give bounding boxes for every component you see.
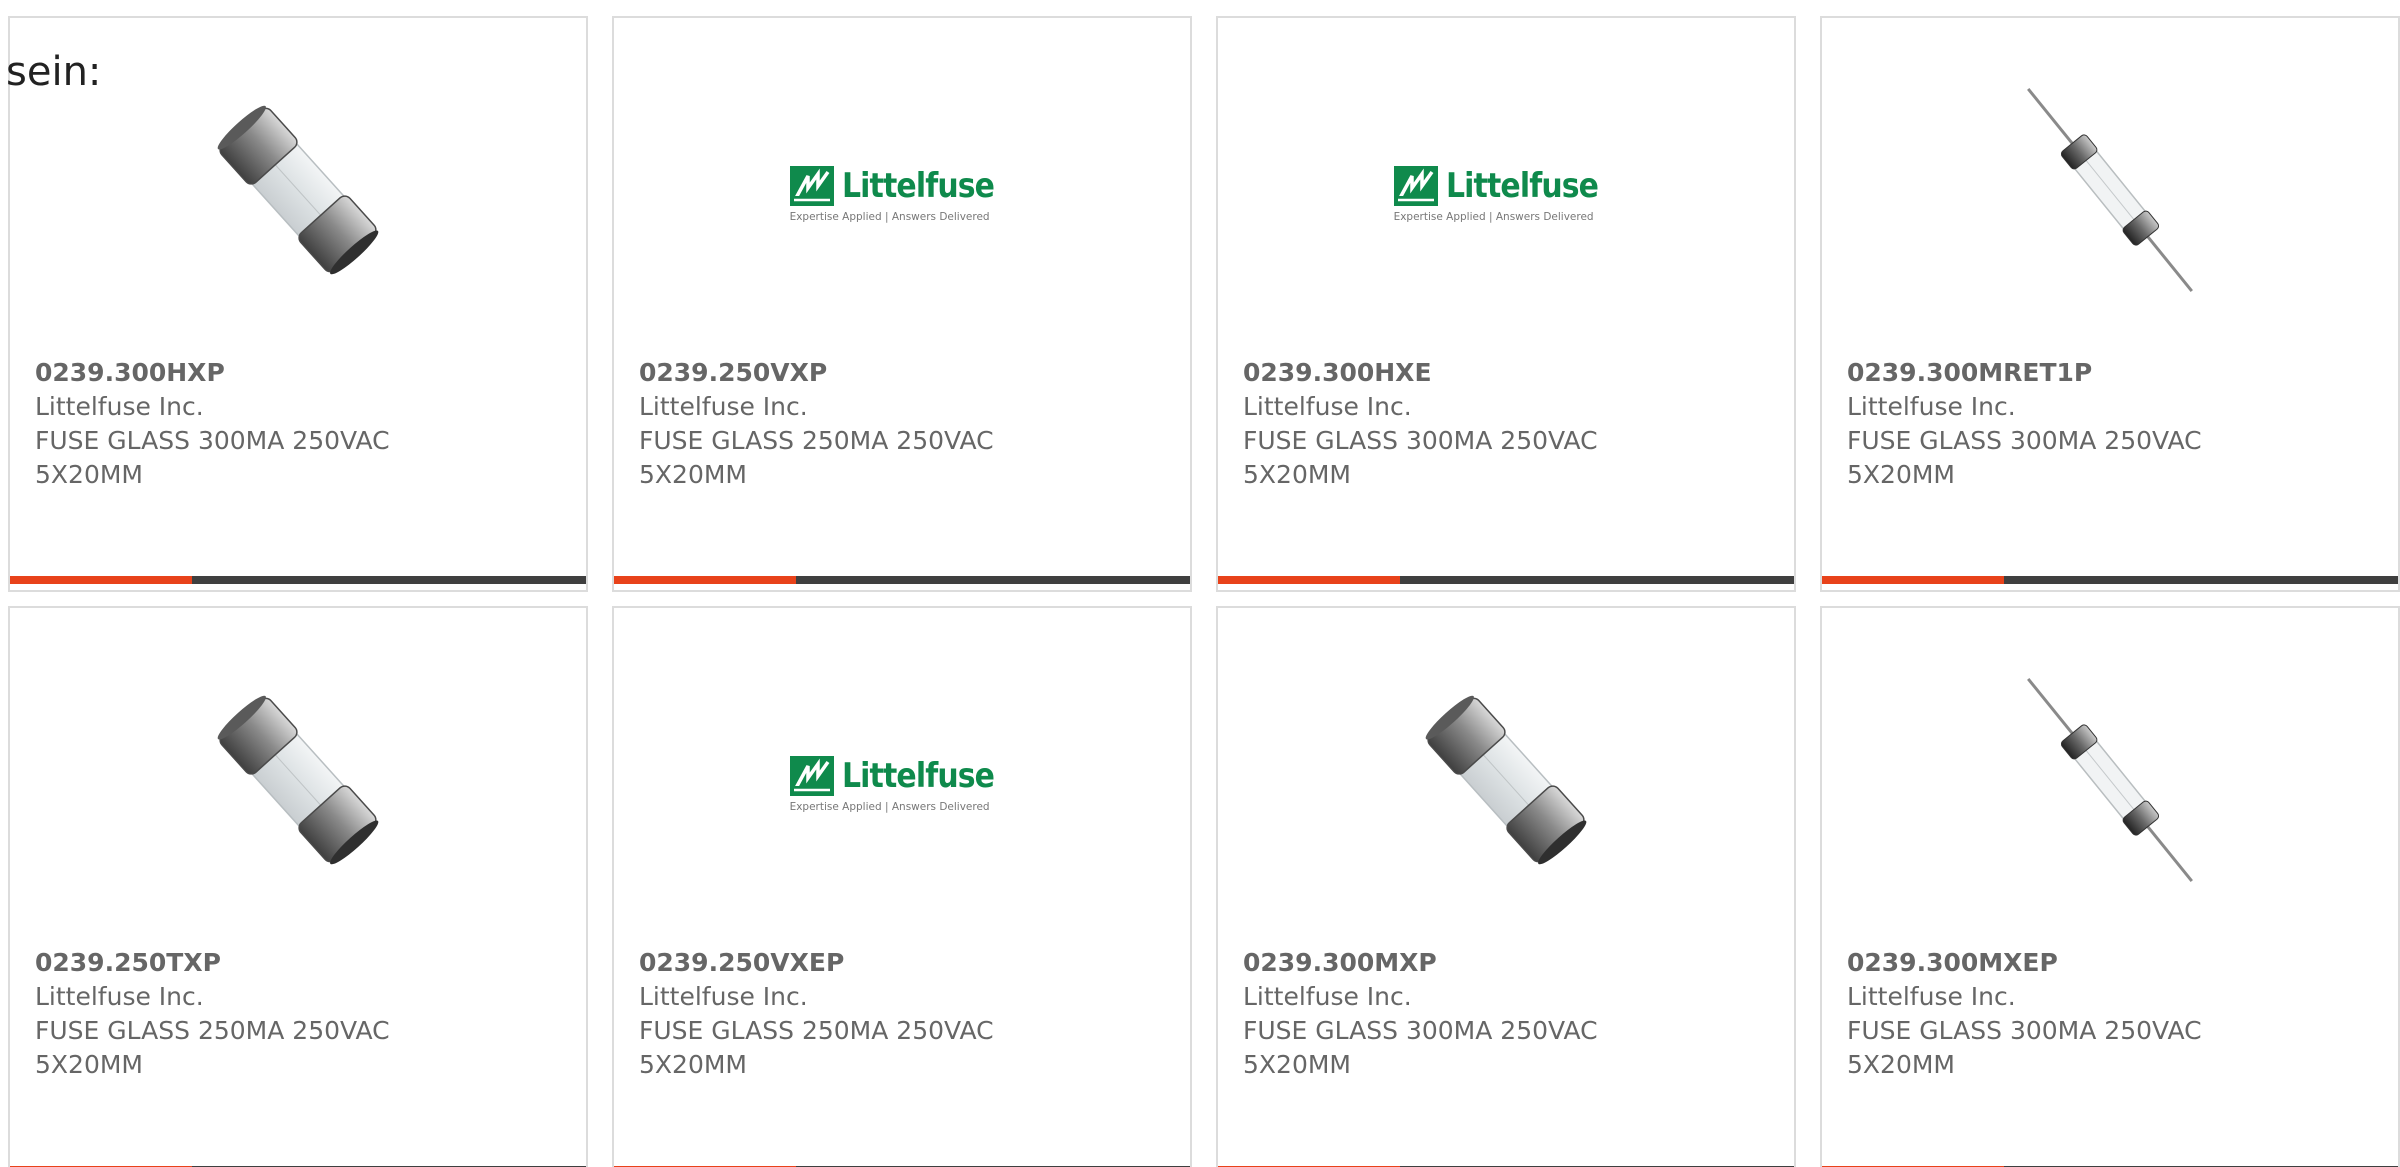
littelfuse-logo-name: Littelfuse (841, 165, 995, 206)
product-image[interactable]: Littelfuse Expertise Applied | Answers D… (614, 80, 1190, 300)
littelfuse-logo: Littelfuse Expertise Applied | Answers D… (1393, 165, 1619, 223)
littelfuse-logo-icon (789, 755, 834, 796)
product-info: 0239.250VXEP Littelfuse Inc. FUSE GLASS … (639, 946, 1170, 1082)
product-image[interactable] (1822, 80, 2398, 300)
part-number[interactable]: 0239.250VXP (639, 356, 1170, 390)
product-card[interactable]: 0239.300MXP Littelfuse Inc. FUSE GLASS 3… (1216, 606, 1796, 1167)
card-bottom-bar (1822, 576, 2398, 584)
card-bottom-bar-accent (10, 576, 192, 584)
product-card[interactable]: 0239.250TXP Littelfuse Inc. FUSE GLASS 2… (8, 606, 588, 1167)
product-card[interactable]: Littelfuse Expertise Applied | Answers D… (612, 16, 1192, 592)
intro-text: sein: (6, 49, 102, 95)
product-description: FUSE GLASS 300MA 250VAC 5X20MM (35, 426, 390, 489)
axial-fuse-icon (2027, 88, 2193, 292)
product-info: 0239.250VXP Littelfuse Inc. FUSE GLASS 2… (639, 356, 1170, 492)
littelfuse-logo-tagline: Expertise Applied | Answers Delivered (789, 210, 990, 223)
littelfuse-logo-tagline: Expertise Applied | Answers Delivered (789, 800, 990, 813)
fuse-glass-icon (217, 695, 379, 865)
product-description: FUSE GLASS 300MA 250VAC 5X20MM (1243, 426, 1598, 489)
card-bottom-bar (10, 576, 586, 584)
card-bottom-bar (614, 576, 1190, 584)
littelfuse-logo: Littelfuse Expertise Applied | Answers D… (789, 755, 1015, 813)
littelfuse-logo-name: Littelfuse (1445, 165, 1599, 206)
manufacturer: Littelfuse Inc. (1847, 392, 2016, 421)
littelfuse-logo-icon (789, 165, 834, 206)
card-bottom-bar-accent (1218, 576, 1400, 584)
axial-fuse-icon (2027, 678, 2193, 882)
product-card[interactable]: Littelfuse Expertise Applied | Answers D… (1216, 16, 1796, 592)
product-image[interactable]: Littelfuse Expertise Applied | Answers D… (1218, 80, 1794, 300)
manufacturer: Littelfuse Inc. (639, 982, 808, 1011)
part-number[interactable]: 0239.300HXP (35, 356, 566, 390)
product-description: FUSE GLASS 250MA 250VAC 5X20MM (639, 426, 994, 489)
product-info: 0239.300HXP Littelfuse Inc. FUSE GLASS 3… (35, 356, 566, 492)
fuse-glass-icon (217, 105, 379, 275)
littelfuse-logo-icon (1393, 165, 1438, 206)
littelfuse-logo: Littelfuse Expertise Applied | Answers D… (789, 165, 1015, 223)
product-card[interactable]: 0239.300MRET1P Littelfuse Inc. FUSE GLAS… (1820, 16, 2400, 592)
littelfuse-logo-tagline: Expertise Applied | Answers Delivered (1393, 210, 1594, 223)
part-number[interactable]: 0239.300HXE (1243, 356, 1774, 390)
product-grid-page: sein: 0239.300HXP Littelfuse Inc. FUSE G… (0, 0, 2400, 1167)
product-description: FUSE GLASS 300MA 250VAC 5X20MM (1243, 1016, 1598, 1079)
fuse-glass-icon (1425, 695, 1587, 865)
product-description: FUSE GLASS 250MA 250VAC 5X20MM (35, 1016, 390, 1079)
manufacturer: Littelfuse Inc. (639, 392, 808, 421)
part-number[interactable]: 0239.300MXEP (1847, 946, 2378, 980)
part-number[interactable]: 0239.300MRET1P (1847, 356, 2378, 390)
product-info: 0239.300MXP Littelfuse Inc. FUSE GLASS 3… (1243, 946, 1774, 1082)
product-info: 0239.300HXE Littelfuse Inc. FUSE GLASS 3… (1243, 356, 1774, 492)
product-info: 0239.300MXEP Littelfuse Inc. FUSE GLASS … (1847, 946, 2378, 1082)
manufacturer: Littelfuse Inc. (35, 392, 204, 421)
product-image[interactable] (1822, 670, 2398, 890)
littelfuse-logo-name: Littelfuse (841, 755, 995, 796)
card-bottom-bar-accent (1822, 576, 2004, 584)
product-info: 0239.300MRET1P Littelfuse Inc. FUSE GLAS… (1847, 356, 2378, 492)
manufacturer: Littelfuse Inc. (1847, 982, 2016, 1011)
card-bottom-bar-accent (614, 576, 796, 584)
manufacturer: Littelfuse Inc. (35, 982, 204, 1011)
product-image[interactable] (1218, 670, 1794, 890)
product-card[interactable]: Littelfuse Expertise Applied | Answers D… (612, 606, 1192, 1167)
part-number[interactable]: 0239.300MXP (1243, 946, 1774, 980)
part-number[interactable]: 0239.250TXP (35, 946, 566, 980)
card-bottom-bar (1218, 576, 1794, 584)
manufacturer: Littelfuse Inc. (1243, 982, 1412, 1011)
part-number[interactable]: 0239.250VXEP (639, 946, 1170, 980)
product-info: 0239.250TXP Littelfuse Inc. FUSE GLASS 2… (35, 946, 566, 1082)
product-image[interactable] (10, 670, 586, 890)
product-description: FUSE GLASS 250MA 250VAC 5X20MM (639, 1016, 994, 1079)
product-description: FUSE GLASS 300MA 250VAC 5X20MM (1847, 426, 2202, 489)
product-image[interactable] (10, 80, 586, 300)
product-image[interactable]: Littelfuse Expertise Applied | Answers D… (614, 670, 1190, 890)
product-description: FUSE GLASS 300MA 250VAC 5X20MM (1847, 1016, 2202, 1079)
manufacturer: Littelfuse Inc. (1243, 392, 1412, 421)
product-card[interactable]: 0239.300HXP Littelfuse Inc. FUSE GLASS 3… (8, 16, 588, 592)
product-card[interactable]: 0239.300MXEP Littelfuse Inc. FUSE GLASS … (1820, 606, 2400, 1167)
